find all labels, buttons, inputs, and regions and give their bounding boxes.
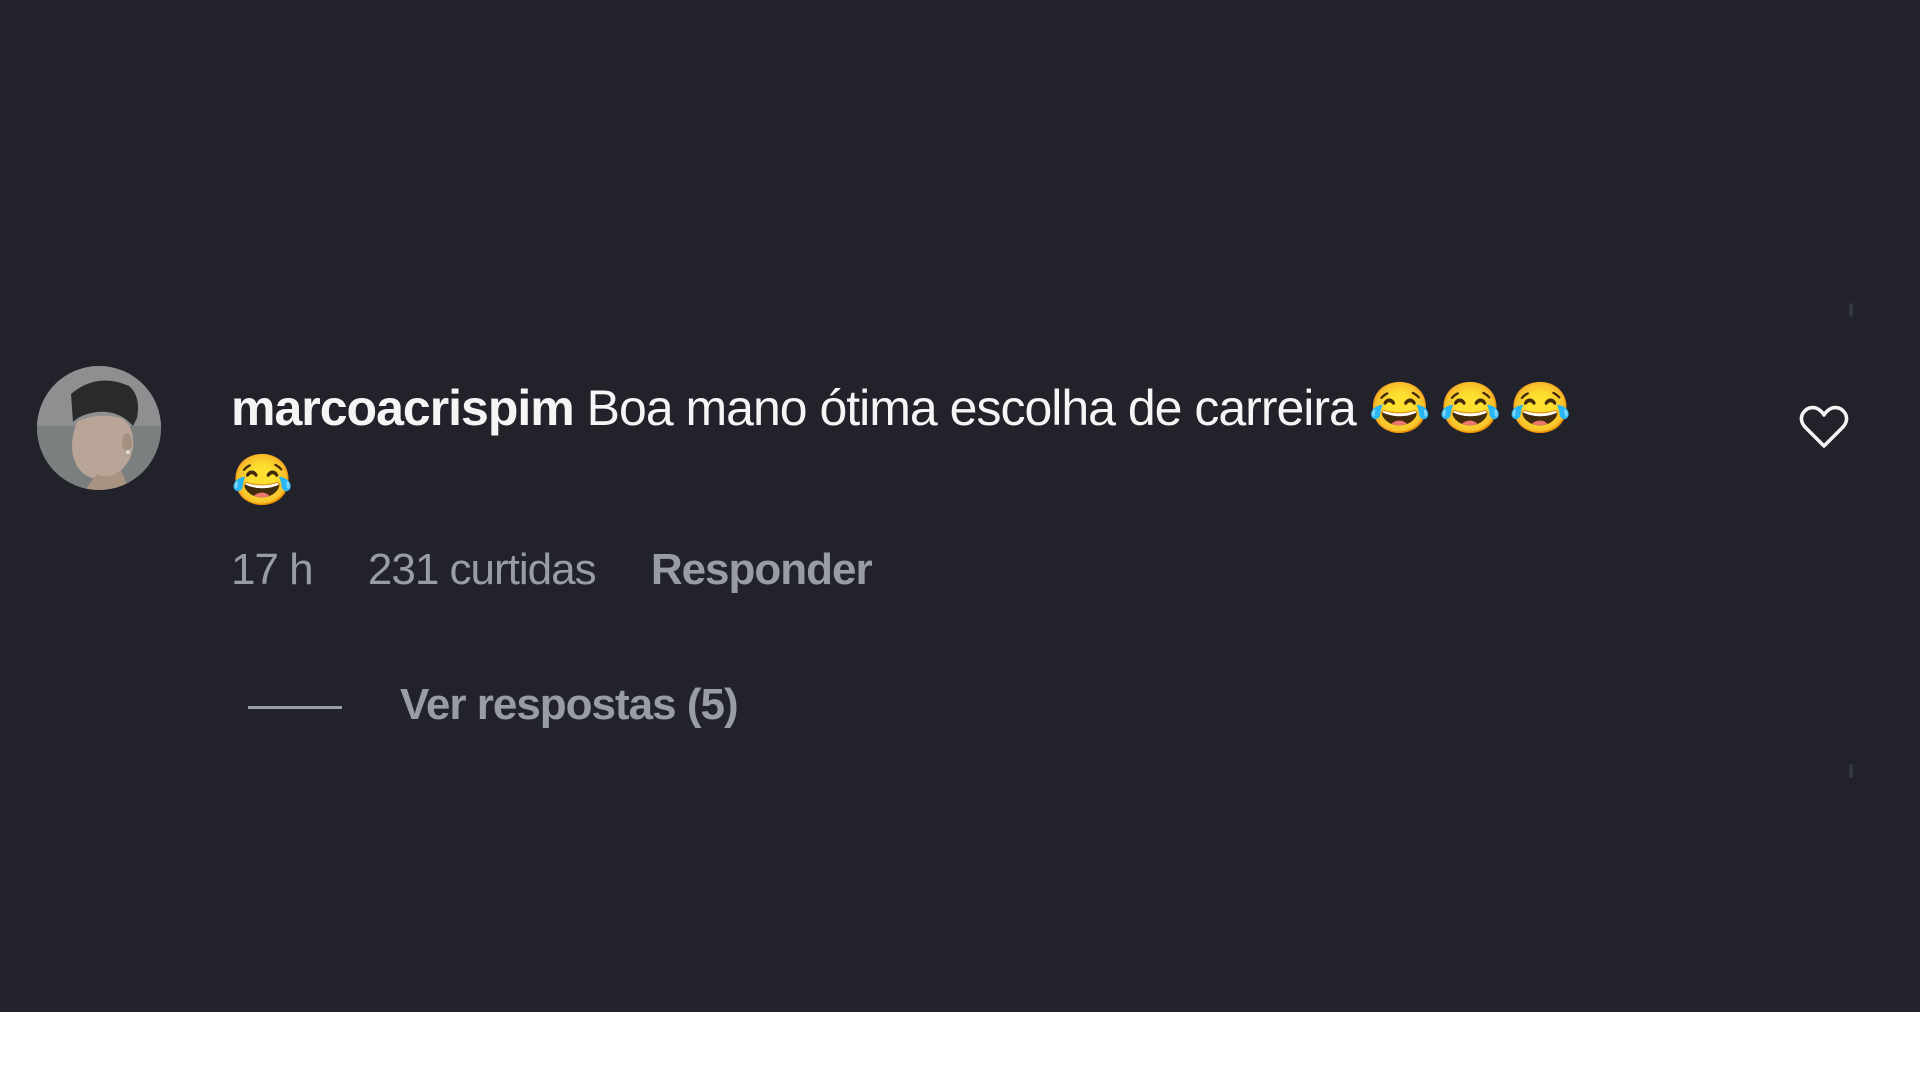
comment-likes-count[interactable]: 231 curtidas: [368, 545, 597, 595]
replies-divider-line: [248, 705, 342, 709]
screen: marcoacrispim Boa mano ótima escolha de …: [0, 0, 1920, 1080]
comment-panel: marcoacrispim Boa mano ótima escolha de …: [0, 0, 1920, 1012]
comment-username[interactable]: marcoacrispim: [231, 380, 575, 436]
view-replies-button[interactable]: Ver respostas (5): [248, 680, 739, 730]
comment-text: Boa mano ótima escolha de carreira: [586, 380, 1357, 436]
comment-body: marcoacrispim Boa mano ótima escolha de …: [231, 372, 1711, 516]
reply-button[interactable]: Responder: [651, 545, 873, 595]
scroll-indicator-top: [1849, 303, 1853, 317]
avatar[interactable]: [37, 366, 161, 490]
comment-timestamp: 17 h: [231, 545, 314, 594]
comment-meta: 17 h 231 curtidas Responder: [231, 545, 873, 595]
comment-emoji-laughing-wrap: 😂: [231, 452, 302, 508]
like-button[interactable]: [1797, 402, 1851, 452]
view-replies-label: Ver respostas (5): [400, 680, 739, 729]
heart-outline-icon: [1799, 405, 1849, 448]
avatar-image: [37, 366, 161, 490]
scroll-indicator-bottom: [1849, 764, 1853, 778]
comment-emoji-laughing: 😂😂😂: [1368, 380, 1580, 436]
